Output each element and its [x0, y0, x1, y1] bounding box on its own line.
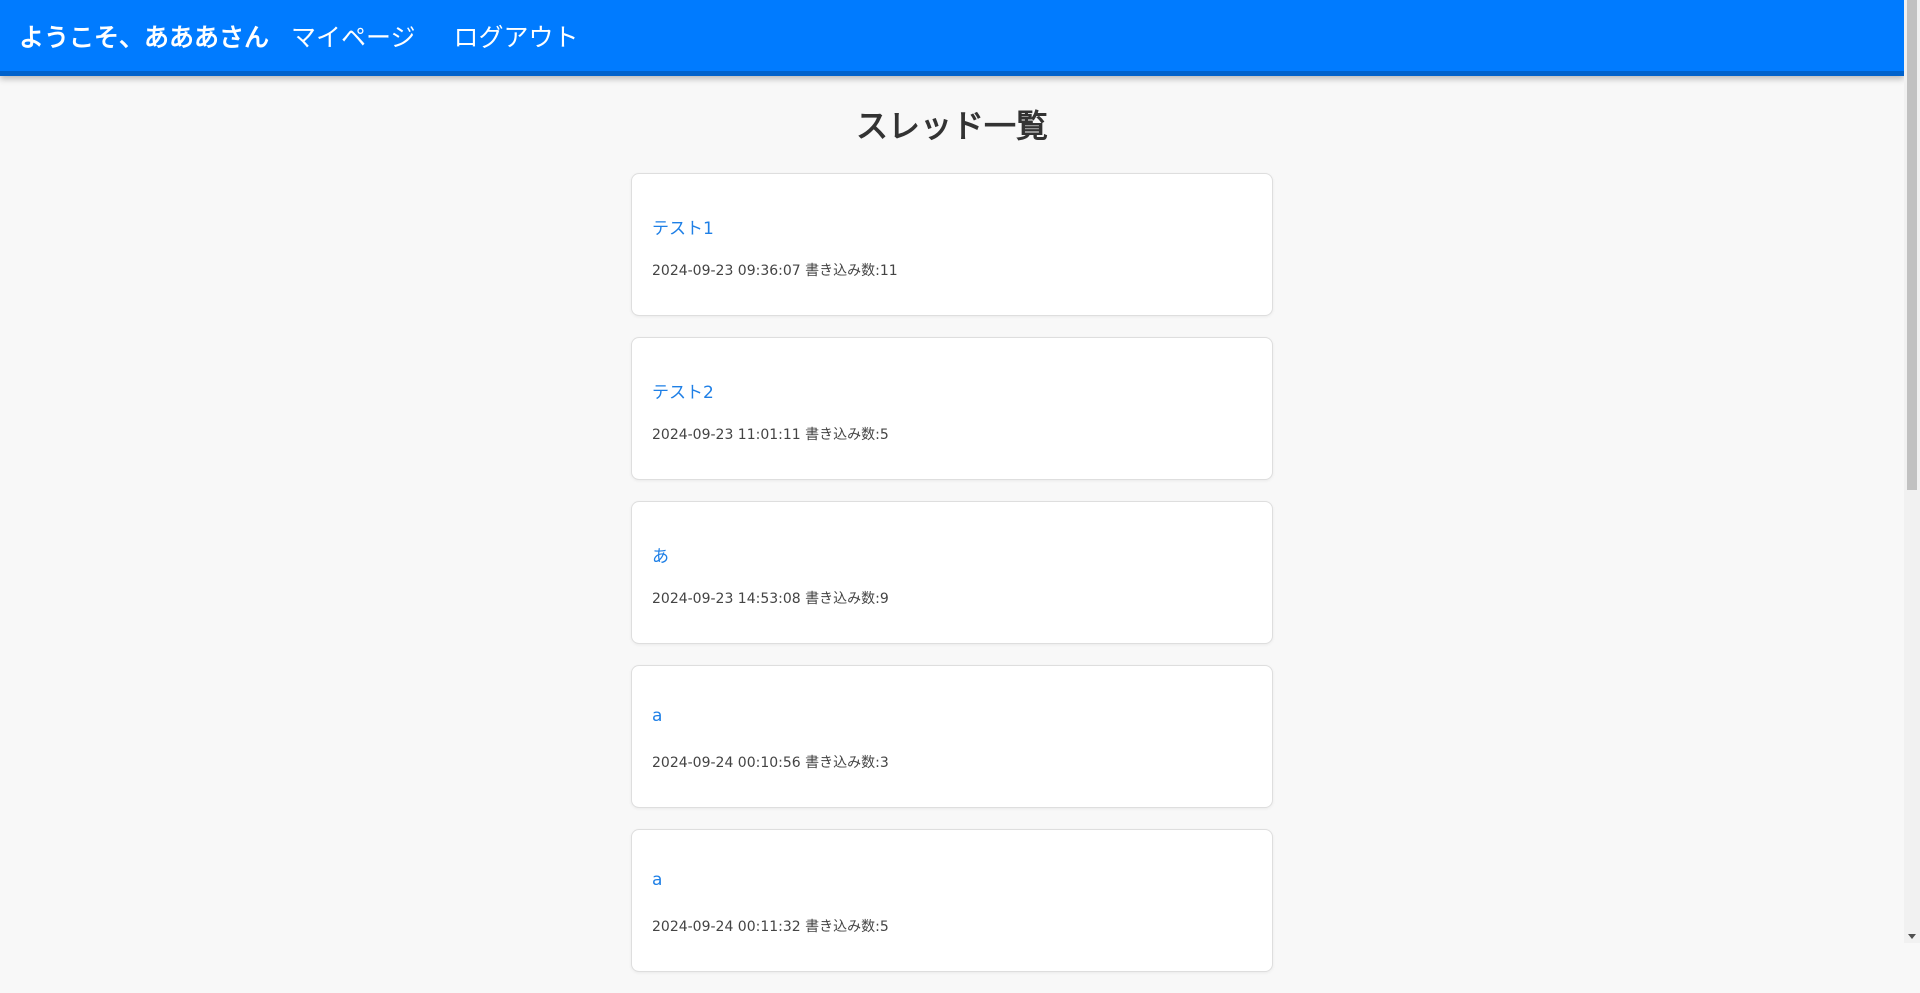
thread-meta: 2024-09-23 14:53:08 書き込み数:9 — [652, 591, 889, 607]
top-navbar: ようこそ、あああさん マイページ ログアウト — [0, 0, 1904, 76]
thread-meta: 2024-09-23 11:01:11 書き込み数:5 — [652, 427, 889, 443]
thread-card: テスト1 2024-09-23 09:36:07 書き込み数:11 — [631, 173, 1273, 316]
thread-title-link[interactable]: あ — [652, 542, 669, 567]
main-content: スレッド一覧 テスト1 2024-09-23 09:36:07 書き込み数:11… — [0, 81, 1904, 972]
mypage-link[interactable]: マイページ — [291, 18, 416, 54]
scrollbar-thumb[interactable] — [1907, 0, 1917, 490]
logout-link[interactable]: ログアウト — [454, 18, 579, 54]
vertical-scrollbar[interactable] — [1904, 0, 1920, 943]
thread-meta: 2024-09-23 09:36:07 書き込み数:11 — [652, 263, 898, 279]
thread-title-link[interactable]: a — [652, 706, 662, 726]
thread-title-link[interactable]: テスト1 — [652, 214, 714, 239]
welcome-message: ようこそ、あああさん — [19, 22, 270, 52]
thread-title-link[interactable]: テスト2 — [652, 378, 714, 403]
scroll-down-arrow-icon[interactable] — [1908, 934, 1916, 939]
thread-card: a 2024-09-24 00:10:56 書き込み数:3 — [631, 665, 1273, 808]
thread-list: テスト1 2024-09-23 09:36:07 書き込み数:11 テスト2 2… — [631, 173, 1273, 993]
thread-card: あ 2024-09-23 14:53:08 書き込み数:9 — [631, 501, 1273, 644]
thread-card: a 2024-09-24 00:11:32 書き込み数:5 — [631, 829, 1273, 972]
thread-card: テスト2 2024-09-23 11:01:11 書き込み数:5 — [631, 337, 1273, 480]
thread-meta: 2024-09-24 00:11:32 書き込み数:5 — [652, 919, 889, 935]
page-title: スレッド一覧 — [855, 107, 1048, 145]
thread-meta: 2024-09-24 00:10:56 書き込み数:3 — [652, 755, 889, 771]
thread-title-link[interactable]: a — [652, 870, 662, 890]
